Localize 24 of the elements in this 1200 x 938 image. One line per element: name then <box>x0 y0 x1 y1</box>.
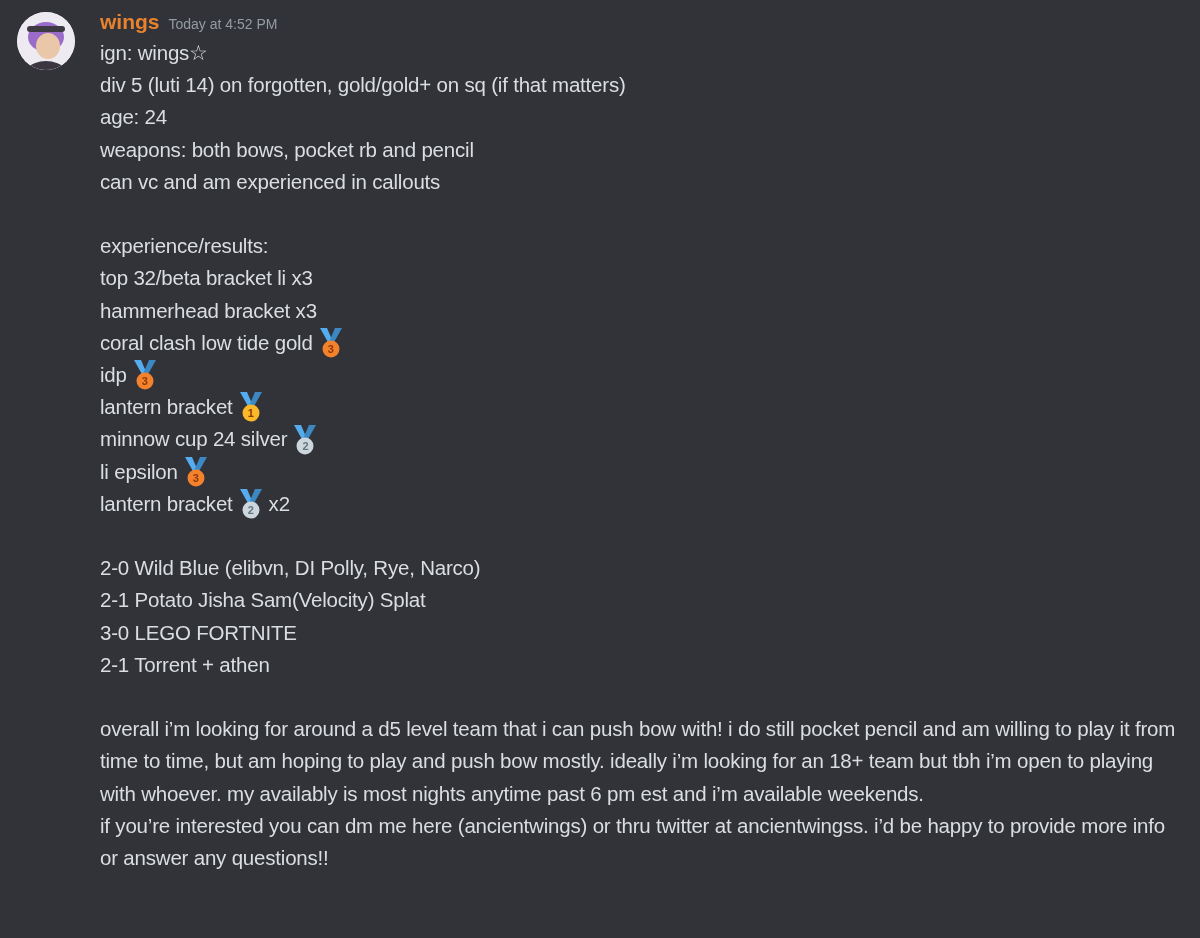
message-line: 2-0 Wild Blue (elibvn, DI Polly, Rye, Narco) <box>100 555 482 582</box>
message-line: age: 24 <box>100 104 168 131</box>
message-line: weapons: both bows, pocket rb and pencil <box>100 136 475 163</box>
message-line: li epsilon <box>100 458 178 485</box>
message-line: 2-1 Torrent + athen <box>100 651 271 678</box>
message-line: div 5 (luti 14) on forgotten, gold/gold+ on sq (if that matters) <box>100 72 627 99</box>
message-line: top 32/beta bracket li x3 <box>100 265 314 292</box>
message-line: minnow cup 24 silver <box>100 426 288 453</box>
message-line: lantern bracket <box>100 490 233 517</box>
author-name[interactable]: wings <box>100 9 160 35</box>
message-line: if you’re interested you can dm me here (ancientwings) or thru twitter at ancientwingss. i’d be happy to provide more info or answer any questions!! <box>100 812 1166 872</box>
message-line: overall i’m looking for around a d5 level team that i can push bow with! i do still pocket pencil and am willing to play it from time to time, but am hoping to play and push bow mostly. ideally i’m looking for an 18+ team but tbh i’m open to playing with whoever. my availably is most nights anytime past 6 pm est and i’m available weekends. <box>100 716 1177 807</box>
message-line: ign: wings☆ <box>100 40 209 66</box>
message-line: lantern bracket <box>100 394 233 421</box>
message-line: hammerhead bracket x3 <box>100 297 318 324</box>
message-line: 2-1 Potato Jisha Sam(Velocity) Splat <box>100 587 427 614</box>
message-line: experience/results: <box>100 233 270 260</box>
message-line: idp <box>100 362 127 388</box>
message-timestamp: Today at 4:52 PM <box>168 15 278 34</box>
message-line-suffix: x2 <box>268 490 290 517</box>
message-line: 3-0 LEGO FORTNITE <box>100 619 298 646</box>
message-line: coral clash low tide gold <box>100 329 313 356</box>
message-line: can vc and am experienced in callouts <box>100 168 442 195</box>
avatar[interactable] <box>17 12 75 70</box>
